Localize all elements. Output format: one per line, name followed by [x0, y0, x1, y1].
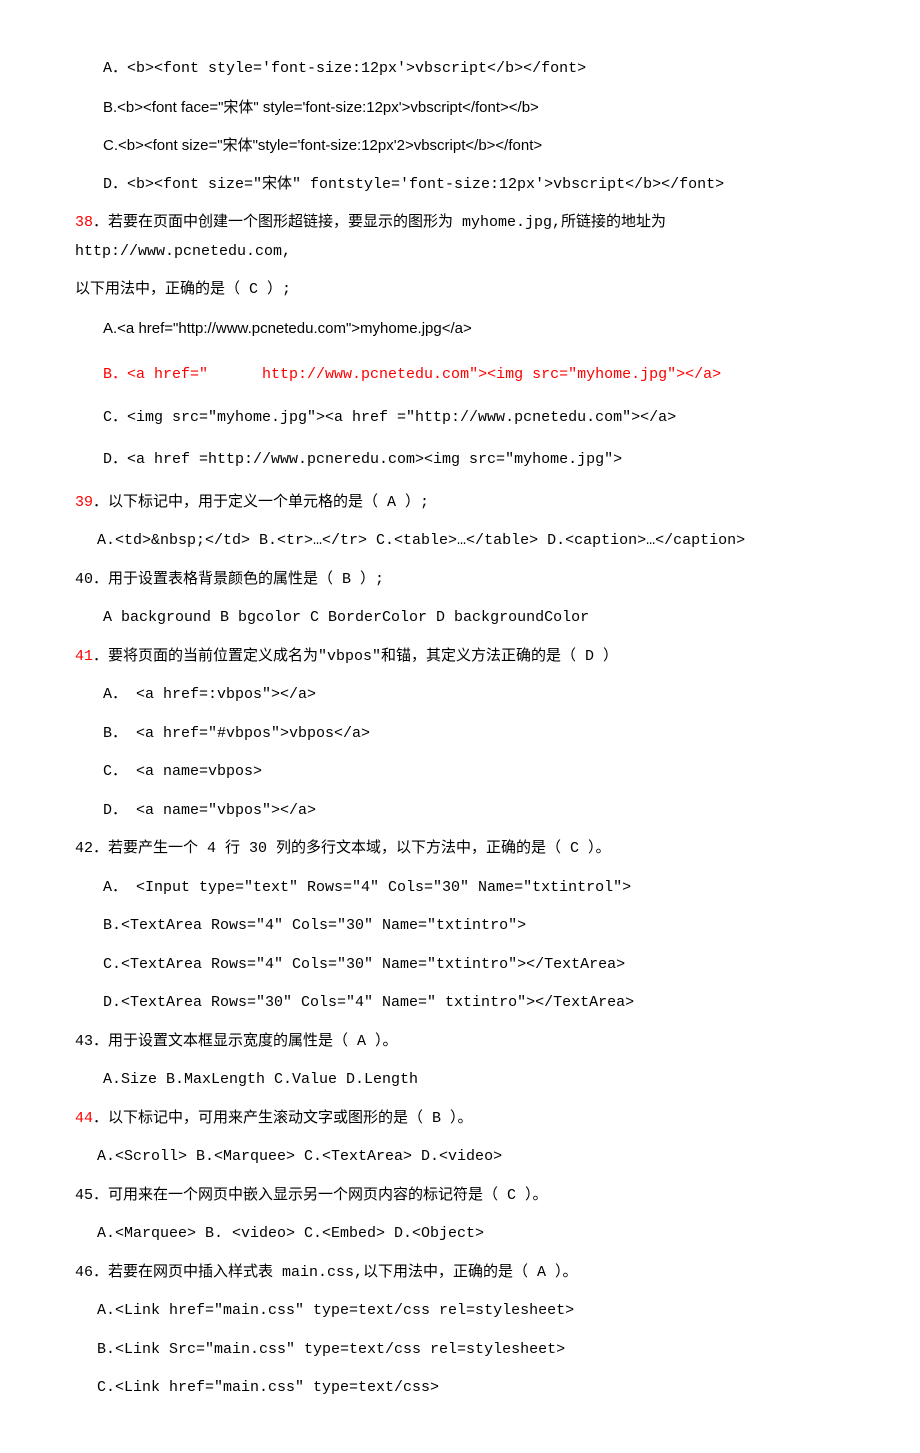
q38-b-url: http://www.pcnetedu.com"><img src="myhom… — [262, 366, 721, 383]
q41-option-b: B． <a href="#vbpos">vbpos</a> — [75, 720, 865, 749]
question-42: 42．若要产生一个 4 行 30 列的多行文本域，以下方法中，正确的是（ C ）… — [75, 835, 865, 864]
q41-option-a: A． <a href=:vbpos"></a> — [75, 681, 865, 710]
question-40: 40．用于设置表格背景颜色的属性是（ B ）; — [75, 566, 865, 595]
option-c: C.<b><font size="宋体"style='font-size:12p… — [75, 132, 865, 161]
question-45: 45．可用来在一个网页中嵌入显示另一个网页内容的标记符是（ C ）。 — [75, 1182, 865, 1211]
option-a: A．<b><font style='font-size:12px'>vbscri… — [75, 55, 865, 84]
option-d: D．<b><font size="宋体" fontstyle='font-siz… — [75, 171, 865, 200]
q42-option-d: D.<TextArea Rows="30" Cols="4" Name=" tx… — [75, 989, 865, 1018]
q38-option-b: B．<a href=" http://www.pcnetedu.com"><im… — [75, 361, 865, 390]
q42-option-a: A． <Input type="text" Rows="4" Cols="30"… — [75, 874, 865, 903]
q42-option-b: B.<TextArea Rows="4" Cols="30" Name="txt… — [75, 912, 865, 941]
question-46: 46．若要在网页中插入样式表 main.css,以下用法中，正确的是（ A ）。 — [75, 1259, 865, 1288]
q43-options: A.Size B.MaxLength C.Value D.Length — [75, 1066, 865, 1095]
q40-options: A background B bgcolor C BorderColor D b… — [75, 604, 865, 633]
q45-options: A.<Marquee> B. <video> C.<Embed> D.<Obje… — [75, 1220, 865, 1249]
q41-option-d: D． <a name="vbpos"></a> — [75, 797, 865, 826]
q46-option-b: B.<Link Src="main.css" type=text/css rel… — [75, 1336, 865, 1365]
question-number: 41 — [75, 648, 93, 665]
question-number: 39 — [75, 494, 93, 511]
question-43: 43．用于设置文本框显示宽度的属性是（ A ）。 — [75, 1028, 865, 1057]
question-text: ．以下标记中，用于定义一个单元格的是（ A ）; — [93, 494, 429, 511]
option-b: B.<b><font face="宋体" style='font-size:12… — [75, 94, 865, 123]
question-number: 44 — [75, 1110, 93, 1127]
question-38: 38．若要在页面中创建一个图形超链接，要显示的图形为 myhome.jpg,所链… — [75, 209, 865, 266]
q38-option-d: D．<a href =http://www.pcneredu.com><img … — [75, 446, 865, 475]
q38-option-a: A.<a href="http://www.pcnetedu.com">myho… — [75, 315, 865, 344]
q38-b-prefix: B．<a href=" — [103, 366, 208, 383]
question-38-cont: 以下用法中，正确的是（ C ）; — [75, 276, 865, 305]
question-39: 39．以下标记中，用于定义一个单元格的是（ A ）; — [75, 489, 865, 518]
question-44: 44．以下标记中，可用来产生滚动文字或图形的是（ B ）。 — [75, 1105, 865, 1134]
q44-options: A.<Scroll> B.<Marquee> C.<TextArea> D.<v… — [75, 1143, 865, 1172]
question-41: 41．要将页面的当前位置定义成名为"vbpos"和锚，其定义方法正确的是（ D … — [75, 643, 865, 672]
question-text: ．要将页面的当前位置定义成名为"vbpos"和锚，其定义方法正确的是（ D ） — [93, 648, 618, 665]
q46-option-c: C.<Link href="main.css" type=text/css> — [75, 1374, 865, 1403]
q41-option-c: C． <a name=vbpos> — [75, 758, 865, 787]
question-text: ．以下标记中，可用来产生滚动文字或图形的是（ B ）。 — [93, 1110, 473, 1127]
q39-options: A.<td>&nbsp;</td> B.<tr>…</tr> C.<table>… — [75, 527, 865, 556]
question-text: ．若要在页面中创建一个图形超链接，要显示的图形为 myhome.jpg,所链接的… — [75, 214, 666, 260]
question-number: 38 — [75, 214, 93, 231]
q42-option-c: C.<TextArea Rows="4" Cols="30" Name="txt… — [75, 951, 865, 980]
q46-option-a: A.<Link href="main.css" type=text/css re… — [75, 1297, 865, 1326]
q38-option-c: C．<img src="myhome.jpg"><a href ="http:/… — [75, 404, 865, 433]
